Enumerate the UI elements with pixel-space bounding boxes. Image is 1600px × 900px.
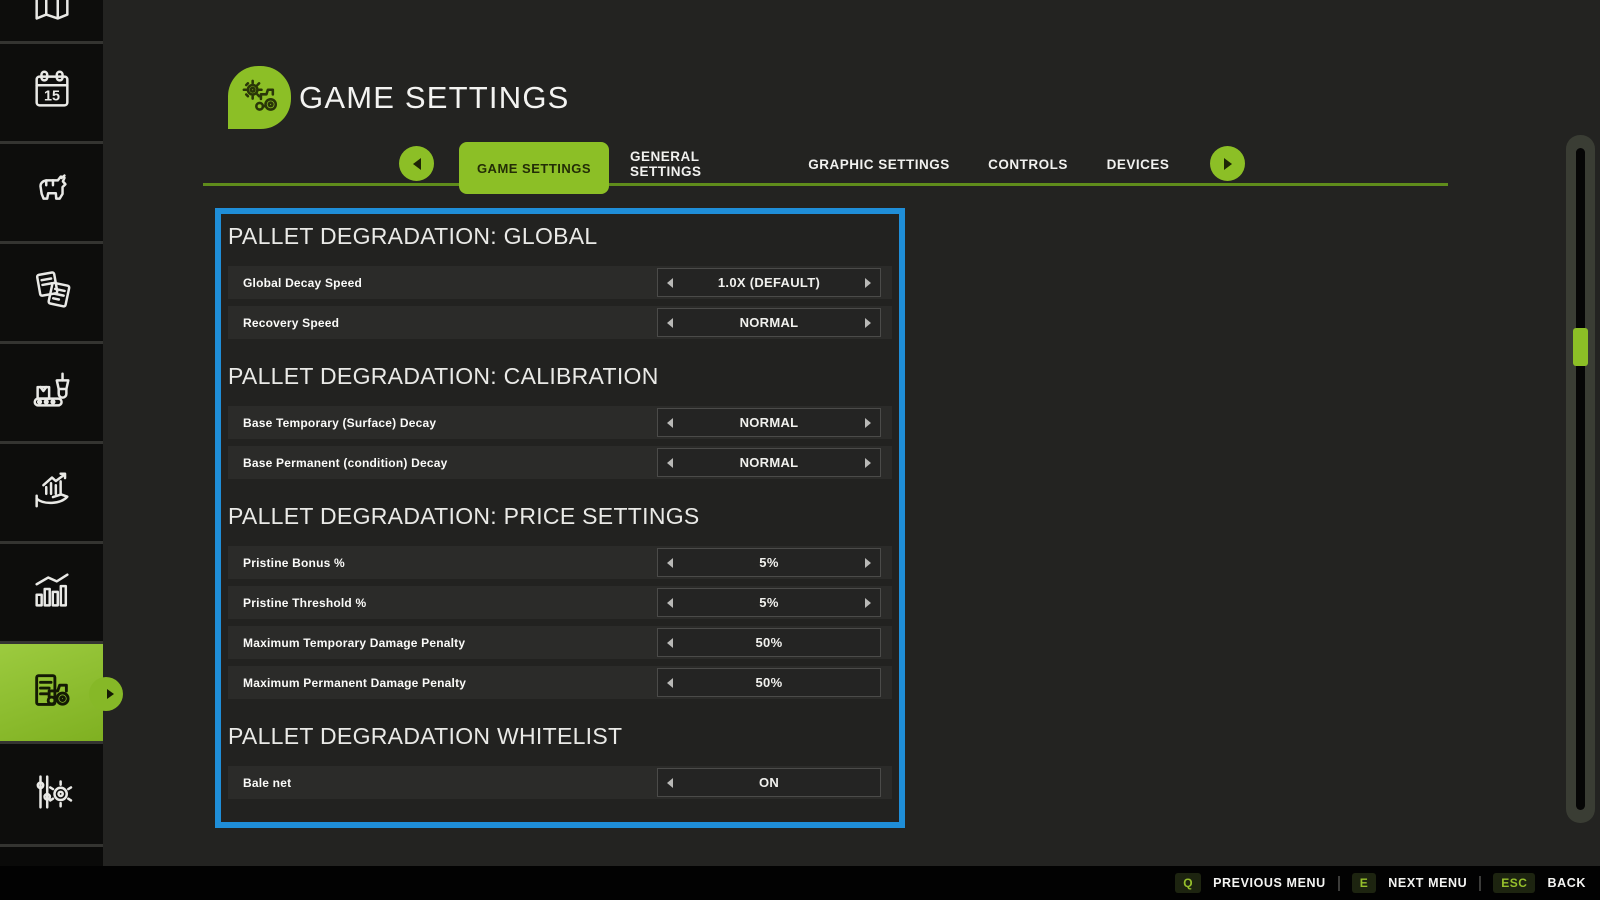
page-title: GAME SETTINGS — [299, 80, 570, 116]
sidebar-item-finances[interactable] — [0, 444, 103, 544]
section-title: PALLET DEGRADATION: CALIBRATION — [228, 363, 892, 390]
next-menu-hint[interactable]: NEXT MENU — [1388, 876, 1467, 890]
base-temporary-decay-selector[interactable]: NORMAL — [657, 408, 881, 437]
selector-value: NORMAL — [673, 415, 865, 430]
chevron-right-icon — [1224, 158, 1232, 170]
setting-label: Base Temporary (Surface) Decay — [243, 416, 436, 430]
setting-label: Global Decay Speed — [243, 276, 362, 290]
cow-icon — [29, 167, 75, 218]
hint-divider — [1338, 876, 1340, 891]
scrollbar-thumb[interactable] — [1573, 328, 1588, 366]
setting-row-recovery-speed: Recovery Speed NORMAL — [228, 306, 892, 339]
recovery-speed-selector[interactable]: NORMAL — [657, 308, 881, 337]
selector-value: NORMAL — [673, 455, 865, 470]
sidebar-item-calendar[interactable]: 15 — [0, 44, 103, 144]
tabs-underline — [203, 183, 1448, 186]
setting-row-max-temporary-penalty: Maximum Temporary Damage Penalty 50% — [228, 626, 892, 659]
sidebar-item-animals[interactable] — [0, 144, 103, 244]
finances-icon — [29, 467, 75, 518]
tab-controls[interactable]: CONTROLS — [988, 142, 1068, 186]
increment-arrow-hidden — [865, 638, 871, 648]
selector-value: 1.0X (DEFAULT) — [673, 275, 865, 290]
setting-row-global-decay-speed: Global Decay Speed 1.0X (DEFAULT) — [228, 266, 892, 299]
section-title: PALLET DEGRADATION WHITELIST — [228, 723, 892, 750]
increment-arrow-icon[interactable] — [865, 558, 871, 568]
setting-label: Maximum Permanent Damage Penalty — [243, 676, 466, 690]
key-e-badge: E — [1352, 873, 1377, 893]
section-title: PALLET DEGRADATION: GLOBAL — [228, 223, 892, 250]
base-permanent-decay-selector[interactable]: NORMAL — [657, 448, 881, 477]
tab-game-settings[interactable]: GAME SETTINGS — [459, 142, 609, 194]
bale-net-selector[interactable]: ON — [657, 768, 881, 797]
settings-panel-highlighted: PALLET DEGRADATION: GLOBAL Global Decay … — [215, 208, 905, 828]
setting-label: Bale net — [243, 776, 291, 790]
statistics-icon — [29, 567, 75, 618]
page-scrollbar[interactable] — [1566, 135, 1595, 823]
setting-row-pristine-bonus: Pristine Bonus % 5% — [228, 546, 892, 579]
setting-row-bale-net: Bale net ON — [228, 766, 892, 799]
increment-arrow-icon[interactable] — [865, 278, 871, 288]
increment-arrow-hidden — [865, 778, 871, 788]
calendar-icon: 15 — [29, 67, 75, 118]
sidebar-item-statistics[interactable] — [0, 544, 103, 644]
increment-arrow-icon[interactable] — [865, 598, 871, 608]
increment-arrow-icon[interactable] — [865, 318, 871, 328]
selector-value: NORMAL — [673, 315, 865, 330]
hint-divider — [1479, 876, 1481, 891]
map-icon — [29, 8, 75, 33]
contracts-icon — [29, 267, 75, 318]
setting-row-max-permanent-penalty: Maximum Permanent Damage Penalty 50% — [228, 666, 892, 699]
selector-value: 50% — [673, 635, 865, 650]
global-decay-speed-selector[interactable]: 1.0X (DEFAULT) — [657, 268, 881, 297]
tab-graphic-settings[interactable]: GRAPHIC SETTINGS — [808, 142, 950, 186]
increment-arrow-icon[interactable] — [865, 458, 871, 468]
page-title-icon — [228, 66, 291, 129]
increment-arrow-icon[interactable] — [865, 418, 871, 428]
sidebar-item-game-settings[interactable] — [0, 644, 103, 744]
tab-general-settings[interactable]: GENERAL SETTINGS — [630, 142, 772, 186]
pristine-bonus-selector[interactable]: 5% — [657, 548, 881, 577]
sidebar-item-contracts[interactable] — [0, 244, 103, 344]
footer-hint-bar: Q PREVIOUS MENU E NEXT MENU ESC BACK — [0, 866, 1600, 900]
setting-row-pristine-threshold: Pristine Threshold % 5% — [228, 586, 892, 619]
setting-label: Pristine Bonus % — [243, 556, 345, 570]
setting-row-base-permanent-decay: Base Permanent (condition) Decay NORMAL — [228, 446, 892, 479]
sliders-gear-icon — [29, 769, 75, 820]
production-icon — [29, 367, 75, 418]
active-item-bump — [89, 677, 123, 711]
sidebar: 15 — [0, 0, 103, 866]
max-temporary-penalty-selector[interactable]: 50% — [657, 628, 881, 657]
selector-value: 5% — [673, 555, 865, 570]
sidebar-item-production[interactable] — [0, 344, 103, 444]
previous-menu-hint[interactable]: PREVIOUS MENU — [1213, 876, 1326, 890]
selector-value: ON — [673, 775, 865, 790]
game-settings-icon — [29, 667, 75, 718]
setting-label: Recovery Speed — [243, 316, 339, 330]
setting-label: Base Permanent (condition) Decay — [243, 456, 447, 470]
setting-label: Pristine Threshold % — [243, 596, 366, 610]
back-hint[interactable]: BACK — [1547, 876, 1586, 890]
increment-arrow-hidden — [865, 678, 871, 688]
sidebar-item-advanced-settings[interactable] — [0, 744, 103, 847]
tab-devices[interactable]: DEVICES — [1106, 142, 1170, 186]
sidebar-item-map[interactable] — [0, 0, 103, 44]
selector-value: 50% — [673, 675, 865, 690]
scrollbar-track[interactable] — [1576, 148, 1585, 810]
setting-label: Maximum Temporary Damage Penalty — [243, 636, 465, 650]
active-item-pointer-icon — [107, 689, 114, 699]
section-title: PALLET DEGRADATION: PRICE SETTINGS — [228, 503, 892, 530]
tabs-prev-button[interactable] — [399, 146, 434, 181]
key-q-badge: Q — [1175, 873, 1201, 893]
tabs-next-button[interactable] — [1210, 146, 1245, 181]
max-permanent-penalty-selector[interactable]: 50% — [657, 668, 881, 697]
chevron-left-icon — [413, 158, 421, 170]
selector-value: 5% — [673, 595, 865, 610]
key-esc-badge: ESC — [1493, 873, 1535, 893]
pristine-threshold-selector[interactable]: 5% — [657, 588, 881, 617]
svg-text:15: 15 — [44, 89, 60, 105]
setting-row-base-temporary-decay: Base Temporary (Surface) Decay NORMAL — [228, 406, 892, 439]
